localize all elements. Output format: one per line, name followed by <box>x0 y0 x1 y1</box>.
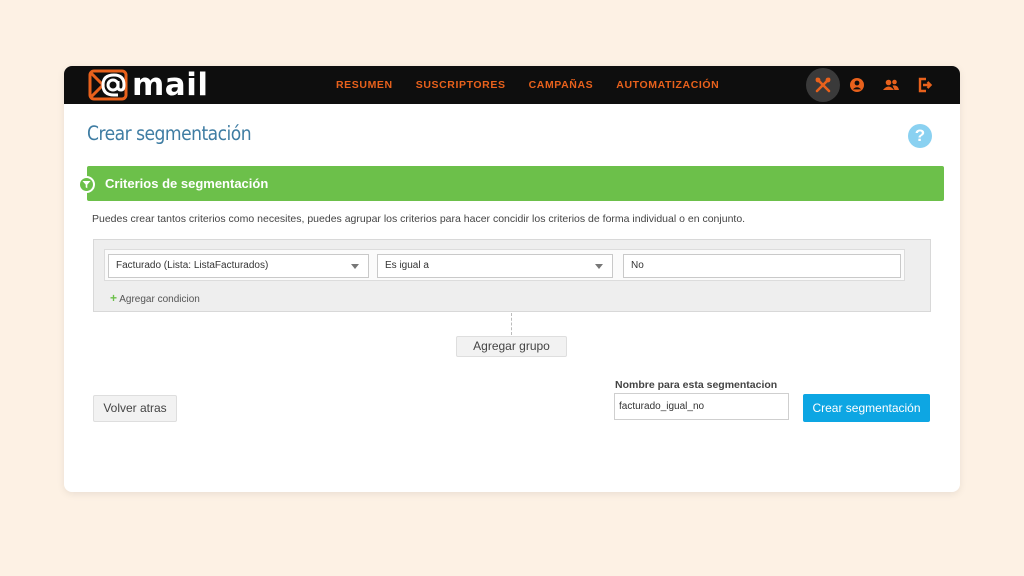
users-button[interactable] <box>874 68 908 102</box>
main-nav: RESUMEN SUSCRIPTORES CAMPAÑAS AUTOMATIZA… <box>336 66 742 104</box>
page-title: Crear segmentación <box>87 122 252 145</box>
main-card: mail RESUMEN SUSCRIPTORES CAMPAÑAS AUTOM… <box>64 66 960 492</box>
logo[interactable]: mail <box>88 69 208 101</box>
condition-row: Facturado (Lista: ListaFacturados) Es ig… <box>104 249 905 281</box>
operator-select[interactable]: Es igual a <box>377 254 613 278</box>
add-condition-link[interactable]: + Agregar condicion <box>110 291 200 305</box>
field-select[interactable]: Facturado (Lista: ListaFacturados) <box>108 254 369 278</box>
help-icon[interactable]: ? <box>908 124 932 148</box>
value-input[interactable]: No <box>623 254 901 278</box>
value-input-text: No <box>631 260 644 271</box>
chevron-down-icon <box>351 264 359 269</box>
nav-item-resumen[interactable]: RESUMEN <box>336 79 393 91</box>
user-icon <box>850 78 864 92</box>
users-icon <box>883 79 899 90</box>
operator-select-value: Es igual a <box>385 260 429 271</box>
logo-text: mail <box>132 67 209 103</box>
profile-button[interactable] <box>840 68 874 102</box>
field-select-value: Facturado (Lista: ListaFacturados) <box>116 260 269 271</box>
tools-button[interactable] <box>806 68 840 102</box>
segment-name-input[interactable]: facturado_igual_no <box>614 393 789 420</box>
chevron-down-icon <box>595 264 603 269</box>
header-icons <box>806 68 942 102</box>
nav-item-campanas[interactable]: CAMPAÑAS <box>529 79 594 91</box>
group-connector <box>511 313 512 335</box>
segment-name-label: Nombre para esta segmentacion <box>615 379 778 391</box>
add-condition-label: Agregar condicion <box>119 294 200 305</box>
logout-icon <box>918 77 933 93</box>
criteria-section-title: Criterios de segmentación <box>105 176 269 191</box>
create-segment-button[interactable]: Crear segmentación <box>803 394 930 422</box>
top-navigation-bar: mail RESUMEN SUSCRIPTORES CAMPAÑAS AUTOM… <box>64 66 960 104</box>
criteria-group: Facturado (Lista: ListaFacturados) Es ig… <box>93 239 931 312</box>
criteria-section-header: Criterios de segmentación <box>87 166 944 201</box>
nav-item-automatizacion[interactable]: AUTOMATIZACIÓN <box>616 79 719 91</box>
section-description: Puedes crear tantos criterios como neces… <box>92 213 746 225</box>
envelope-at-logo-icon <box>88 69 128 101</box>
nav-item-suscriptores[interactable]: SUSCRIPTORES <box>416 79 506 91</box>
logout-button[interactable] <box>908 68 942 102</box>
add-group-button[interactable]: Agregar grupo <box>456 336 567 357</box>
filter-icon <box>78 176 95 193</box>
plus-icon: + <box>110 291 118 305</box>
tools-icon <box>815 77 831 93</box>
back-button[interactable]: Volver atras <box>93 395 177 422</box>
